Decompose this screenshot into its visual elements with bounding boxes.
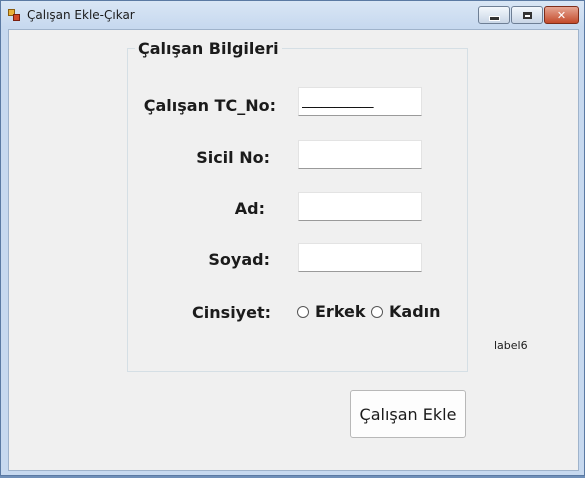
sicil-no-label: Sicil No: xyxy=(196,148,270,167)
form-client-area: Çalışan Bilgileri Çalışan TC_No: Sicil N… xyxy=(8,29,579,471)
radio-kadin[interactable]: Kadın xyxy=(371,302,441,321)
radio-erkek-label: Erkek xyxy=(315,302,366,321)
window-title: Çalışan Ekle-Çıkar xyxy=(27,8,135,22)
maximize-icon xyxy=(522,11,532,19)
groupbox-title: Çalışan Bilgileri xyxy=(135,39,282,58)
add-employee-button[interactable]: Çalışan Ekle xyxy=(350,390,466,438)
status-label: label6 xyxy=(494,339,528,352)
ad-label: Ad: xyxy=(234,199,265,218)
tc-no-label: Çalışan TC_No: xyxy=(143,96,276,115)
soyad-label: Soyad: xyxy=(208,250,270,269)
close-icon: ✕ xyxy=(556,8,567,22)
minimize-button[interactable] xyxy=(478,6,510,24)
maximize-button[interactable] xyxy=(511,6,543,24)
title-bar[interactable]: Çalışan Ekle-Çıkar ✕ xyxy=(1,1,584,29)
ad-field[interactable] xyxy=(298,192,422,221)
close-button[interactable]: ✕ xyxy=(544,6,579,24)
radio-kadin-label: Kadın xyxy=(389,302,441,321)
radio-erkek[interactable]: Erkek xyxy=(297,302,366,321)
form-icon xyxy=(8,9,20,21)
sicil-no-field[interactable] xyxy=(298,140,422,169)
app-window: Çalışan Ekle-Çıkar ✕ Çalışan Bilgileri Ç… xyxy=(0,0,585,476)
radio-circle-icon[interactable] xyxy=(371,305,383,318)
minimize-icon xyxy=(488,15,500,21)
soyad-field[interactable] xyxy=(298,243,422,272)
gender-label: Cinsiyet: xyxy=(192,303,271,322)
tc-no-field[interactable] xyxy=(298,87,422,116)
radio-circle-icon[interactable] xyxy=(297,305,309,318)
